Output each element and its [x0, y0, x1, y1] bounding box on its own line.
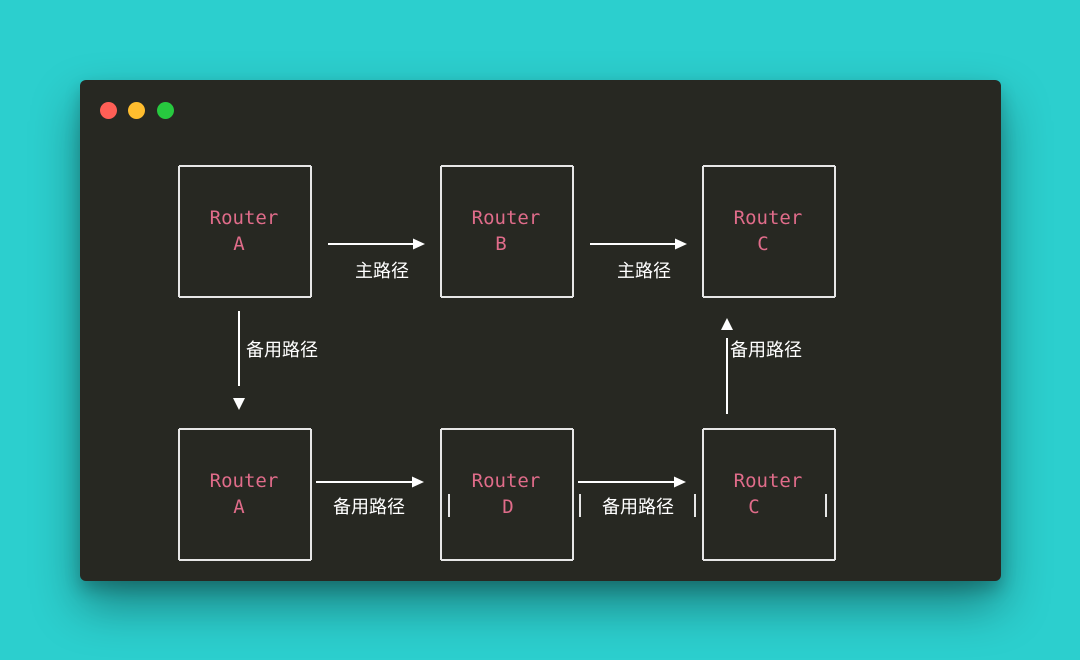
router-box-bottom-a: Router A [178, 428, 312, 561]
router-top-a-id: A [233, 233, 245, 255]
edge-label-a-d: 备用路径 [333, 497, 405, 518]
edge-label-d-c: 备用路径 [602, 497, 674, 518]
edge-c-up: 备用路径 [721, 318, 802, 414]
edge-label-a-b: 主路径 [355, 261, 409, 282]
router-top-b-id: B [495, 233, 506, 255]
edge-label-c-up: 备用路径 [730, 340, 802, 361]
page-background: Router A Router B Router C Router A Rout… [0, 0, 1080, 660]
arrow-up-icon [721, 318, 733, 330]
router-bottom-d-name: Router [472, 470, 541, 492]
arrow-right-icon [412, 476, 424, 488]
router-top-b-name: Router [472, 207, 541, 229]
router-box-top-b: Router B [440, 165, 574, 298]
router-bottom-a-id: A [233, 496, 245, 518]
edge-label-a-down: 备用路径 [246, 340, 318, 361]
router-bottom-c-name: Router [734, 470, 803, 492]
router-box-top-a: Router A [178, 165, 312, 298]
arrow-right-icon [675, 238, 687, 250]
router-bottom-d-id: D [502, 496, 513, 518]
router-top-c-id: C [757, 233, 768, 255]
terminal-window: Router A Router B Router C Router A Rout… [80, 80, 1001, 581]
router-top-a-name: Router [210, 207, 279, 229]
router-box-top-c: Router C [702, 165, 836, 298]
arrow-right-icon [413, 238, 425, 250]
router-box-bottom-d: Router D [440, 428, 574, 561]
router-bottom-c-id: C [748, 496, 759, 518]
edge-label-b-c: 主路径 [617, 261, 671, 282]
edge-a-to-d: 备用路径 [316, 476, 424, 518]
edge-a-to-b: 主路径 [328, 238, 425, 282]
edge-d-to-c: 备用路径 [578, 476, 686, 518]
arrow-down-icon [233, 398, 245, 410]
network-diagram: Router A Router B Router C Router A Rout… [178, 165, 836, 561]
edge-b-to-c: 主路径 [590, 238, 687, 282]
edge-a-down: 备用路径 [233, 311, 318, 410]
router-bottom-a-name: Router [210, 470, 279, 492]
router-box-bottom-c: Router C [702, 428, 836, 561]
arrow-right-icon [674, 476, 686, 488]
router-top-c-name: Router [734, 207, 803, 229]
